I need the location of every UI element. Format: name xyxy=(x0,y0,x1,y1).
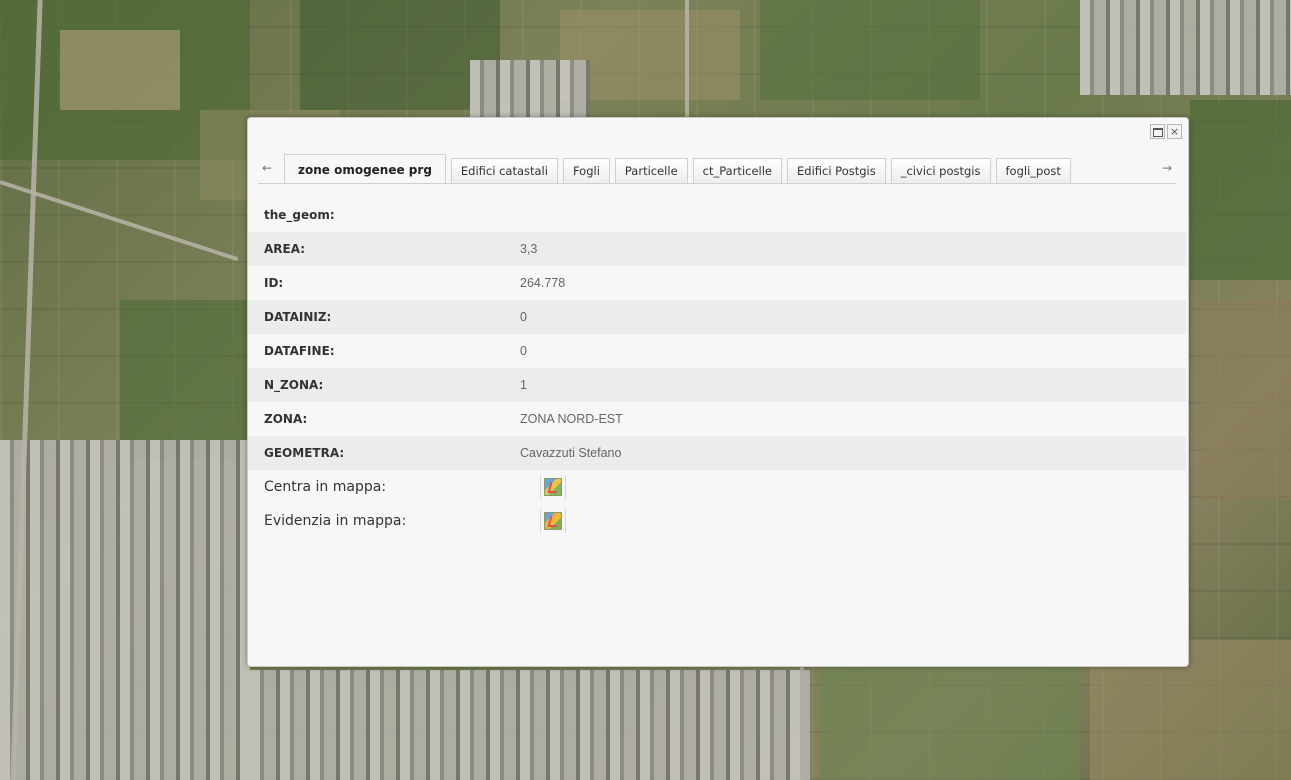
attribute-value: ZONA NORD-EST xyxy=(520,412,623,426)
action-row-highlight: Evidenzia in mappa: xyxy=(248,504,1186,538)
attribute-value: 3,3 xyxy=(520,242,538,256)
attribute-value: Cavazzuti Stefano xyxy=(520,446,622,460)
attribute-label: ID: xyxy=(264,276,284,290)
tab-fogli-post[interactable]: fogli_post xyxy=(995,158,1071,183)
attribute-label: ZONA: xyxy=(264,412,308,426)
attribute-value: 1 xyxy=(520,378,527,392)
tab-particelle[interactable]: Particelle xyxy=(614,158,688,183)
attribute-panel: the_geom: AREA: 3,3 ID: 264.778 DATAINIZ… xyxy=(248,198,1186,538)
tab-civici-postgis[interactable]: _civici postgis xyxy=(890,158,991,183)
layer-tab-bar: ← zone omogenee prg Edifici catastali Fogl… xyxy=(258,149,1176,184)
highlight-on-map-button[interactable] xyxy=(540,509,566,533)
attribute-label: AREA: xyxy=(264,242,306,256)
attribute-row: the_geom: xyxy=(248,198,1186,232)
attribute-value: 0 xyxy=(520,344,527,358)
attribute-value: 264.778 xyxy=(520,276,566,290)
attribute-row: ID: 264.778 xyxy=(248,266,1186,300)
center-on-map-label: Centra in mappa: xyxy=(264,479,387,495)
attribute-label: the_geom: xyxy=(264,208,335,222)
attribute-row: AREA: 3,3 xyxy=(248,232,1186,266)
maximize-button[interactable] xyxy=(1150,124,1165,139)
highlight-on-map-label: Evidenzia in mappa: xyxy=(264,513,407,529)
close-button[interactable]: × xyxy=(1167,124,1182,139)
attribute-row: N_ZONA: 1 xyxy=(248,368,1186,402)
attribute-value: 0 xyxy=(520,310,527,324)
attribute-label: DATAFINE: xyxy=(264,344,335,358)
tab-edifici-postgis[interactable]: Edifici Postgis xyxy=(787,158,886,183)
attribute-label: N_ZONA: xyxy=(264,378,324,392)
tab-fogli[interactable]: Fogli xyxy=(562,158,610,183)
attribute-label: DATAINIZ: xyxy=(264,310,332,324)
center-on-map-button[interactable] xyxy=(540,475,566,499)
attribute-label: GEOMETRA: xyxy=(264,446,345,460)
map-center-icon xyxy=(544,478,562,496)
scroll-left-icon[interactable]: ← xyxy=(258,159,276,177)
feature-info-popup: × ← zone omogenee prg Edifici catastali Fo… xyxy=(247,117,1189,667)
attribute-row: GEOMETRA: Cavazzuti Stefano xyxy=(248,436,1186,470)
scroll-right-icon[interactable]: → xyxy=(1158,159,1176,177)
attribute-row: DATAINIZ: 0 xyxy=(248,300,1186,334)
map-highlight-icon xyxy=(544,512,562,530)
attribute-row: ZONA: ZONA NORD-EST xyxy=(248,402,1186,436)
tab-zone-omogenee-prg[interactable]: zone omogenee prg xyxy=(284,154,446,183)
tab-edifici-catastali[interactable]: Edifici catastali xyxy=(450,158,558,183)
layer-tabs: zone omogenee prg Edifici catastali Fogli P… xyxy=(284,153,1158,183)
window-tools: × xyxy=(1150,124,1182,139)
attribute-row: DATAFINE: 0 xyxy=(248,334,1186,368)
action-row-center: Centra in mappa: xyxy=(248,470,1186,504)
tab-ct-particelle[interactable]: ct_Particelle xyxy=(692,158,782,183)
